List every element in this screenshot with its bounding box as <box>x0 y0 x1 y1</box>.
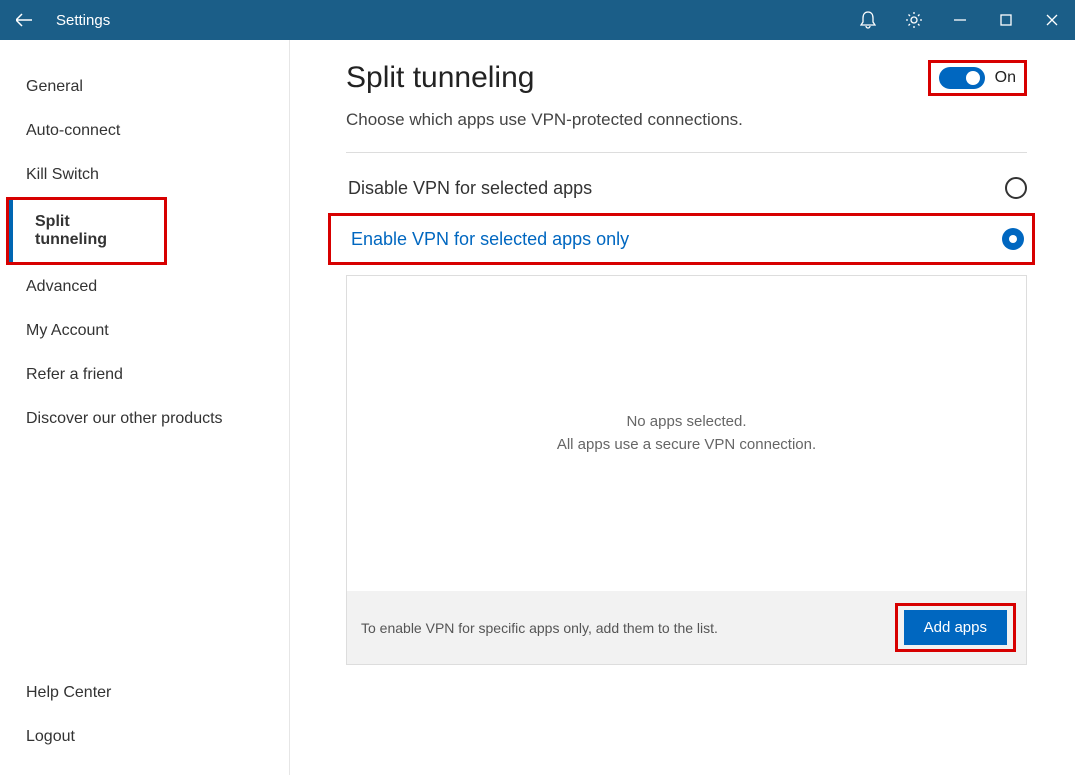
sidebar-item-kill-switch[interactable]: Kill Switch <box>0 153 289 197</box>
add-apps-button[interactable]: Add apps <box>904 610 1007 645</box>
toggle-knob <box>966 71 980 85</box>
sidebar-item-logout[interactable]: Logout <box>0 715 289 759</box>
radio-circle-selected-icon <box>1002 228 1024 250</box>
close-button[interactable] <box>1029 0 1075 40</box>
settings-gear-button[interactable] <box>891 0 937 40</box>
maximize-button[interactable] <box>983 0 1029 40</box>
radio-circle-icon <box>1005 177 1027 199</box>
sidebar: General Auto-connect Kill Switch Split t… <box>0 40 290 775</box>
titlebar: Settings <box>0 0 1075 40</box>
add-apps-highlight: Add apps <box>895 603 1016 652</box>
sidebar-item-advanced[interactable]: Advanced <box>0 265 289 309</box>
page-subtitle: Choose which apps use VPN-protected conn… <box>346 110 1027 130</box>
radio-enable-vpn[interactable]: Enable VPN for selected apps only <box>349 222 1024 256</box>
radio-enable-vpn-label: Enable VPN for selected apps only <box>351 229 1002 250</box>
divider <box>346 152 1027 153</box>
radio-enable-highlight: Enable VPN for selected apps only <box>328 213 1035 265</box>
apps-footer-hint: To enable VPN for specific apps only, ad… <box>361 620 895 636</box>
split-tunneling-toggle-highlight: On <box>928 60 1027 96</box>
minimize-button[interactable] <box>937 0 983 40</box>
empty-line-2: All apps use a secure VPN connection. <box>557 434 816 457</box>
sidebar-item-auto-connect[interactable]: Auto-connect <box>0 109 289 153</box>
window-title: Settings <box>48 12 110 29</box>
sidebar-item-my-account[interactable]: My Account <box>0 309 289 353</box>
apps-footer: To enable VPN for specific apps only, ad… <box>347 591 1026 664</box>
sidebar-item-refer[interactable]: Refer a friend <box>0 353 289 397</box>
back-button[interactable] <box>0 0 48 40</box>
apps-list-box: No apps selected. All apps use a secure … <box>346 275 1027 665</box>
sidebar-item-general[interactable]: General <box>0 65 289 109</box>
notifications-button[interactable] <box>845 0 891 40</box>
main-content: Split tunneling On Choose which apps use… <box>290 40 1075 775</box>
sidebar-item-discover[interactable]: Discover our other products <box>0 397 289 441</box>
page-title: Split tunneling <box>346 61 534 95</box>
sidebar-item-split-tunneling[interactable]: Split tunneling <box>6 197 167 265</box>
toggle-state-label: On <box>995 69 1016 87</box>
empty-line-1: No apps selected. <box>626 411 746 434</box>
radio-disable-vpn[interactable]: Disable VPN for selected apps <box>346 171 1027 205</box>
split-tunneling-toggle[interactable] <box>939 67 985 89</box>
sidebar-item-help-center[interactable]: Help Center <box>0 671 289 715</box>
radio-disable-vpn-label: Disable VPN for selected apps <box>348 178 1005 199</box>
apps-empty-state: No apps selected. All apps use a secure … <box>347 276 1026 591</box>
